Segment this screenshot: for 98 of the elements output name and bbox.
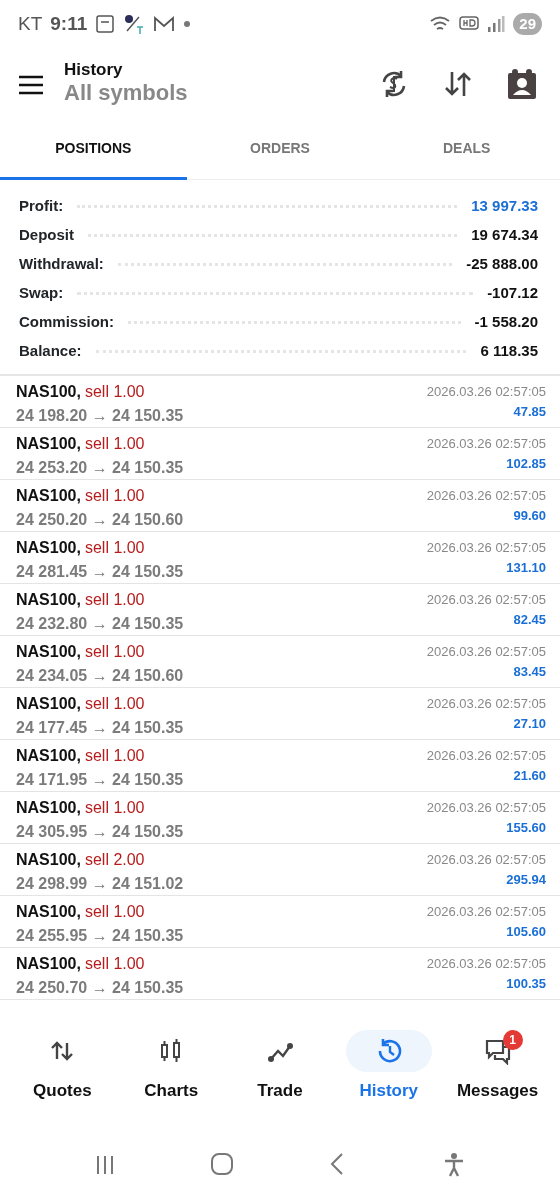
tab[interactable]: POSITIONS <box>0 120 187 180</box>
notification-badge: 1 <box>502 1030 523 1050</box>
price-range: 24 255.95 → 24 150.35 <box>16 926 184 946</box>
tab[interactable]: DEALS <box>373 120 560 180</box>
trade-type: sell 1.00 <box>84 798 145 818</box>
symbol-name: NAS100, <box>16 798 81 818</box>
chat-icon <box>483 1037 512 1065</box>
close-time: 2026.03.26 02:57:05 <box>426 955 546 973</box>
profit-value: 105.60 <box>506 922 546 941</box>
nav-tab[interactable]: History <box>334 1030 444 1104</box>
symbol-name: NAS100, <box>16 382 81 402</box>
price-range: 24 253.20 → 24 150.35 <box>16 458 184 478</box>
trade-type: sell 1.00 <box>84 746 145 766</box>
price-range: 24 250.70 → 24 150.35 <box>16 978 184 998</box>
carrier-label: KT <box>18 11 43 36</box>
profit-value: 82.45 <box>513 610 546 629</box>
price-range: 24 305.95 → 24 150.35 <box>16 822 184 842</box>
price-range: 24 198.20 → 24 150.35 <box>16 406 184 426</box>
trade-type: sell 1.00 <box>84 486 145 506</box>
summary-value: 19 674.34 <box>471 225 538 246</box>
close-time: 2026.03.26 02:57:05 <box>426 539 546 557</box>
trade-type: sell 1.00 <box>84 642 145 662</box>
trade-type: sell 1.00 <box>84 434 145 454</box>
home-icon <box>210 1152 234 1178</box>
nav-tab[interactable]: 1 Messages <box>443 1030 552 1104</box>
hd-icon <box>459 15 480 33</box>
summary-label: Withdrawal: <box>19 254 104 275</box>
nav-tab[interactable]: Quotes <box>8 1030 117 1104</box>
menu-icon <box>18 74 44 95</box>
close-time: 2026.03.26 02:57:05 <box>426 643 546 661</box>
dot-icon <box>183 20 192 28</box>
symbol-name: NAS100, <box>16 694 81 714</box>
price-range: 24 232.80 → 24 150.35 <box>16 614 184 634</box>
price-range: 24 250.20 → 24 150.60 <box>16 510 184 530</box>
summary-label: Swap: <box>19 283 64 304</box>
close-time: 2026.03.26 02:57:05 <box>426 799 546 817</box>
summary-label: Profit: <box>19 196 64 217</box>
summary-value: -1 558.20 <box>474 312 538 333</box>
notification-icon <box>123 13 146 35</box>
symbol-name: NAS100, <box>16 902 81 922</box>
screen-title: History <box>64 61 124 81</box>
summary-value: -107.12 <box>487 283 538 304</box>
symbol-name: NAS100, <box>16 486 81 506</box>
symbol-name: NAS100, <box>16 590 81 610</box>
profit-value: 155.60 <box>506 818 546 837</box>
price-range: 24 281.45 → 24 150.35 <box>16 562 184 582</box>
symbol-filter[interactable]: All symbols <box>64 80 354 107</box>
profit-value: 27.10 <box>513 714 546 733</box>
wifi-icon <box>429 15 452 33</box>
contact-card-icon <box>506 68 538 100</box>
summary-value: -25 888.00 <box>466 254 538 275</box>
calendar-icon <box>95 14 116 34</box>
battery-level: 29 <box>513 12 542 36</box>
clock: 9:11 <box>50 11 88 36</box>
symbol-name: NAS100, <box>16 642 81 662</box>
close-time: 2026.03.26 02:57:05 <box>426 695 546 713</box>
trade-type: sell 1.00 <box>84 902 145 922</box>
price-range: 24 234.05 → 24 150.60 <box>16 666 184 686</box>
symbol-name: NAS100, <box>16 746 81 766</box>
nav-tab[interactable]: Charts <box>116 1030 226 1104</box>
price-range: 24 177.45 → 24 150.35 <box>16 718 184 738</box>
symbol-name: NAS100, <box>16 434 81 454</box>
summary-value: 6 118.35 <box>480 341 538 362</box>
signal-icon <box>487 15 506 33</box>
close-time: 2026.03.26 02:57:05 <box>426 383 546 401</box>
trade-type: sell 1.00 <box>84 694 145 714</box>
summary-label: Deposit <box>19 225 74 246</box>
summary-label: Balance: <box>19 341 82 362</box>
close-time: 2026.03.26 02:57:05 <box>426 903 546 921</box>
close-time: 2026.03.26 02:57:05 <box>426 435 546 453</box>
nav-tab[interactable]: Trade <box>225 1030 335 1104</box>
close-time: 2026.03.26 02:57:05 <box>426 487 546 505</box>
profit-value: 83.45 <box>513 662 546 681</box>
trade-type: sell 2.00 <box>84 850 145 870</box>
price-range: 24 298.99 → 24 151.02 <box>16 874 184 894</box>
profit-value: 295.94 <box>506 870 546 889</box>
symbol-name: NAS100, <box>16 954 81 974</box>
close-time: 2026.03.26 02:57:05 <box>426 747 546 765</box>
close-time: 2026.03.26 02:57:05 <box>426 851 546 869</box>
symbol-name: NAS100, <box>16 850 81 870</box>
profit-value: 102.85 <box>506 454 546 473</box>
tab[interactable]: ORDERS <box>186 120 374 180</box>
trade-type: sell 1.00 <box>84 590 145 610</box>
trade-type: sell 1.00 <box>84 382 145 402</box>
profit-value: 47.85 <box>513 402 546 421</box>
summary-value: 13 997.33 <box>471 196 538 217</box>
trade-type: sell 1.00 <box>84 954 145 974</box>
close-time: 2026.03.26 02:57:05 <box>426 591 546 609</box>
profit-value: 131.10 <box>506 558 546 577</box>
summary-label: Commission: <box>19 312 114 333</box>
accessibility-icon <box>442 1152 466 1178</box>
symbol-name: NAS100, <box>16 538 81 558</box>
profit-value: 21.60 <box>513 766 546 785</box>
mail-icon <box>153 15 176 33</box>
trade-type: sell 1.00 <box>84 538 145 558</box>
price-range: 24 171.95 → 24 150.35 <box>16 770 184 790</box>
profit-value: 99.60 <box>513 506 546 525</box>
profit-value: 100.35 <box>506 974 546 993</box>
